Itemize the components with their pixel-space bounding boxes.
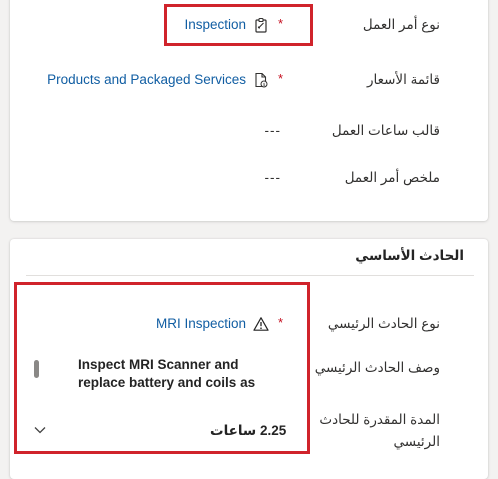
work-order-summary-label: ملخص أمر العمل: [344, 170, 440, 185]
highlight-box-incident: [14, 282, 310, 454]
incident-description-label: وصف الحادث الرئيسي: [314, 360, 440, 375]
work-order-type-label: نوع أمر العمل: [362, 17, 440, 32]
work-hours-template-row: قالب ساعات العمل ---: [10, 122, 488, 162]
price-list-field[interactable]: Products and Packaged Services $: [47, 71, 269, 89]
work-hours-template-value[interactable]: ---: [265, 122, 282, 140]
section-title: الحادث الأساسي: [355, 248, 464, 263]
highlight-box-type: [164, 4, 313, 46]
section-divider: [26, 275, 474, 276]
incident-type-label: نوع الحادث الرئيسي: [327, 316, 440, 331]
work-order-summary-value[interactable]: ---: [265, 169, 282, 187]
price-list-label: قائمة الأسعار: [366, 72, 440, 87]
svg-text:$: $: [263, 82, 266, 88]
document-pricelist-icon: $: [255, 72, 268, 88]
work-order-summary-row: ملخص أمر العمل ---: [10, 169, 488, 209]
work-hours-template-label: قالب ساعات العمل: [331, 123, 440, 138]
required-marker: *: [277, 71, 283, 86]
price-list-link[interactable]: Products and Packaged Services: [47, 71, 246, 89]
price-list-row: قائمة الأسعار * Products and Packaged Se…: [10, 71, 488, 111]
incident-duration-label: المدة المقدرة للحادث الرئيسي: [319, 412, 440, 449]
